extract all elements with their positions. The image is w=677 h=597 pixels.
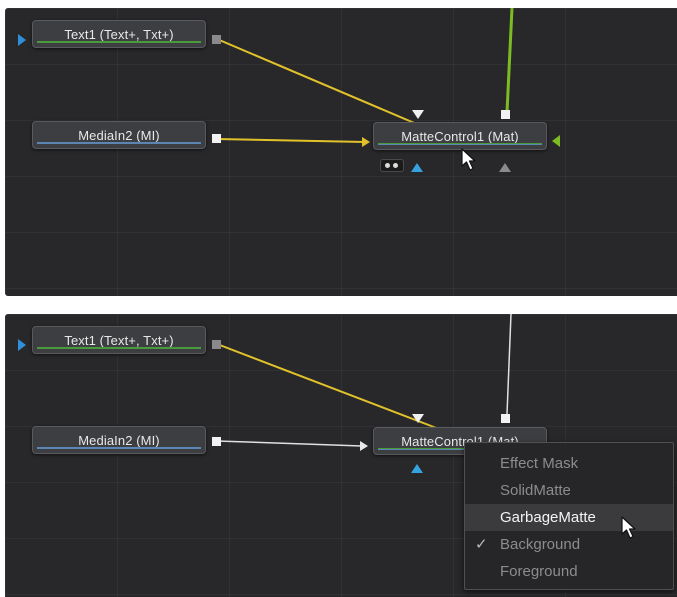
text1-input-triangle-icon[interactable]	[18, 34, 26, 46]
checkmark-icon: ✓	[475, 536, 488, 553]
wire-mediain2-to-mattecontrol[interactable]	[216, 440, 363, 447]
node-mediain2-label: MediaIn2 (MI)	[78, 128, 160, 143]
wire-white-mask-input[interactable]	[506, 314, 512, 415]
node-text1[interactable]: Text1 (Text+, Txt+)	[32, 20, 206, 48]
node-text1-colorbar	[37, 41, 201, 43]
mattecontrol-background-input-icon[interactable]	[360, 441, 368, 451]
wire-mediain2-to-mattecontrol[interactable]	[216, 138, 366, 143]
node-mediain2-colorbar	[37, 142, 201, 144]
node-mattecontrol1-colorbar	[378, 143, 542, 145]
mattecontrol-top-port-icon[interactable]	[501, 110, 510, 119]
menu-item-background-label: Background	[500, 536, 581, 553]
node-mediain2-label: MediaIn2 (MI)	[78, 433, 160, 448]
node-view-toggle-icon[interactable]	[380, 159, 404, 172]
connection-context-menu: Effect Mask SolidMatte GarbageMatte ✓ Ba…	[464, 442, 674, 590]
pointer-cursor-icon	[461, 148, 476, 171]
pointer-cursor-icon	[621, 516, 636, 539]
mattecontrol-top-port-icon[interactable]	[501, 414, 510, 423]
menu-item-foreground-label: Foreground	[500, 563, 578, 580]
wire-green-mask-input[interactable]	[505, 8, 514, 113]
mattecontrol-input-down-icon[interactable]	[412, 414, 424, 423]
node-text1-colorbar	[37, 347, 201, 349]
text1-output-port-icon[interactable]	[212, 340, 221, 349]
node-mediain2[interactable]: MediaIn2 (MI)	[32, 121, 206, 149]
node-text1[interactable]: Text1 (Text+, Txt+)	[32, 326, 206, 354]
menu-item-foreground[interactable]: Foreground	[465, 558, 673, 585]
menu-item-garbagematte[interactable]: GarbageMatte	[465, 504, 673, 531]
menu-item-effect-mask-label: Effect Mask	[500, 455, 579, 472]
node-mattecontrol1[interactable]: MatteControl1 (Mat)	[373, 122, 547, 150]
mediain2-output-port-icon[interactable]	[212, 134, 221, 143]
menu-item-solidmatte-label: SolidMatte	[500, 482, 571, 499]
node-mediain2-colorbar	[37, 447, 201, 449]
mattecontrol-mask-input-icon[interactable]	[552, 135, 560, 147]
text1-output-port-icon[interactable]	[212, 35, 221, 44]
menu-item-garbagematte-label: GarbageMatte	[500, 509, 596, 526]
node-editor-top[interactable]: Text1 (Text+, Txt+) MediaIn2 (MI) MatteC…	[5, 8, 677, 296]
mattecontrol-background-input-icon[interactable]	[362, 137, 370, 147]
node-text1-label: Text1 (Text+, Txt+)	[64, 333, 174, 348]
text1-input-triangle-icon[interactable]	[18, 339, 26, 351]
menu-item-solidmatte[interactable]: SolidMatte	[465, 477, 673, 504]
connection-wires-top	[216, 8, 514, 149]
mattecontrol-grey-input-icon[interactable]	[499, 163, 511, 172]
mattecontrol-input-down-icon[interactable]	[412, 110, 424, 119]
mattecontrol-blue-input-icon[interactable]	[411, 464, 423, 473]
mediain2-output-port-icon[interactable]	[212, 437, 221, 446]
mattecontrol-blue-input-icon[interactable]	[411, 163, 423, 172]
node-mattecontrol1-label: MatteControl1 (Mat)	[401, 129, 519, 144]
node-text1-label: Text1 (Text+, Txt+)	[64, 27, 174, 42]
menu-item-background[interactable]: ✓ Background	[465, 531, 673, 558]
node-mediain2[interactable]: MediaIn2 (MI)	[32, 426, 206, 454]
menu-item-effect-mask[interactable]: Effect Mask	[465, 450, 673, 477]
